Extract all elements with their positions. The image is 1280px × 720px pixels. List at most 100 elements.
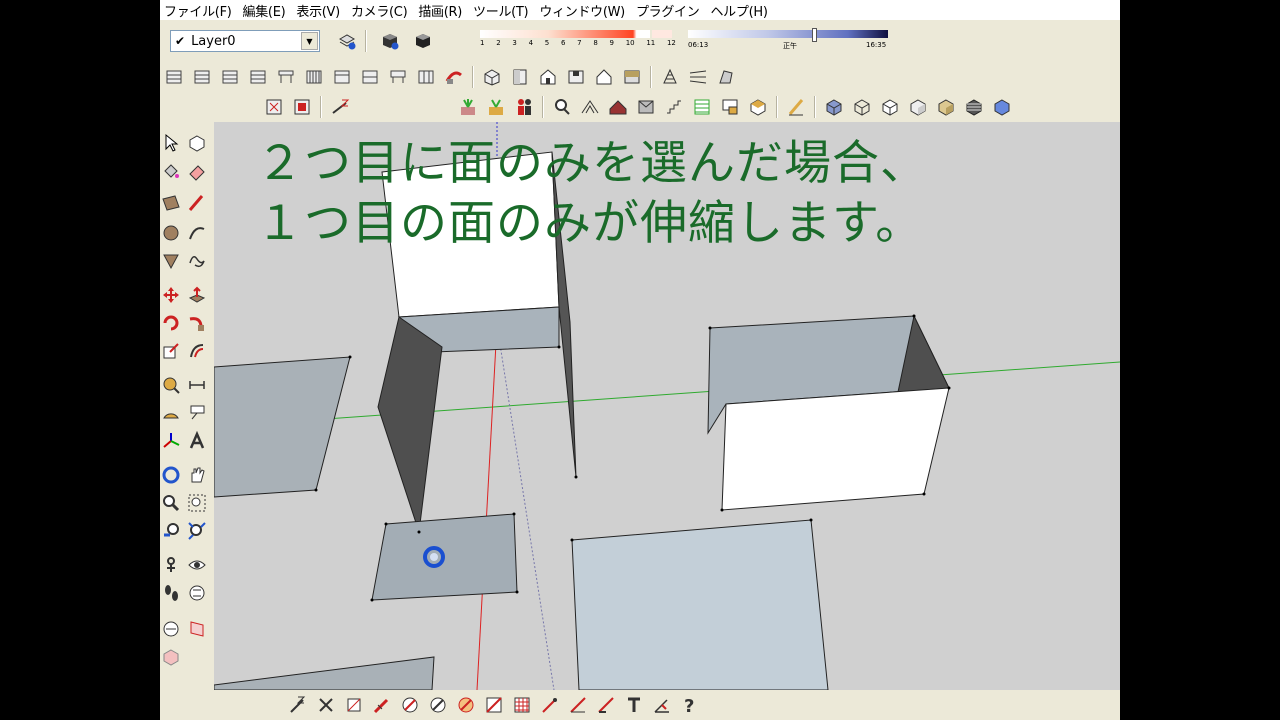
rect-slash-tool-icon[interactable] — [483, 694, 505, 716]
menu-draw[interactable]: 描画(R) — [418, 1, 462, 20]
position-camera-icon[interactable] — [160, 554, 182, 576]
style-icon-7[interactable] — [331, 66, 353, 88]
orbit-icon[interactable] — [160, 464, 182, 486]
section-cut-icon[interactable] — [785, 96, 807, 118]
xray-style-icon[interactable] — [823, 96, 845, 118]
zorro-icon[interactable] — [329, 96, 351, 118]
style-icon-2[interactable] — [191, 66, 213, 88]
circle-fill-tool-icon[interactable] — [455, 694, 477, 716]
polygon-icon[interactable] — [160, 250, 182, 272]
window-plugin-icon[interactable] — [635, 96, 657, 118]
style-icon-8[interactable] — [359, 66, 381, 88]
menu-window[interactable]: ウィンドウ(W) — [539, 1, 625, 20]
shaded-style-icon[interactable] — [907, 96, 929, 118]
previous-view-icon[interactable] — [160, 520, 182, 542]
grid-tool-icon[interactable] — [511, 694, 533, 716]
plugin-icon-2[interactable] — [291, 96, 313, 118]
people-plugin-icon[interactable] — [513, 96, 535, 118]
menu-view[interactable]: 表示(V) — [296, 1, 340, 20]
plugin-icon-1[interactable] — [263, 96, 285, 118]
protractor-icon[interactable] — [160, 402, 182, 424]
menu-file[interactable]: ファイル(F) — [164, 1, 232, 20]
hidden-line-style-icon[interactable] — [879, 96, 901, 118]
style-icon-5[interactable] — [275, 66, 297, 88]
stairs-plugin-icon[interactable] — [663, 96, 685, 118]
display-shadows-icon[interactable] — [412, 30, 434, 52]
roof-plugin-icon-2[interactable] — [607, 96, 629, 118]
arc-icon[interactable] — [186, 222, 208, 244]
roof-plugin-icon[interactable] — [579, 96, 601, 118]
chevron-down-icon[interactable]: ▼ — [301, 32, 318, 50]
plants-plugin-icon[interactable] — [457, 96, 479, 118]
freehand-icon[interactable] — [186, 250, 208, 272]
zorro-tool-icon[interactable] — [287, 694, 309, 716]
dimension-icon[interactable] — [186, 374, 208, 396]
left-view-icon[interactable] — [621, 66, 643, 88]
menu-plugins[interactable]: プラグイン — [636, 1, 700, 20]
xray-toggle-icon[interactable] — [991, 96, 1013, 118]
pan-icon[interactable] — [186, 464, 208, 486]
section-cuts-icon[interactable] — [160, 646, 182, 668]
section-fill-icon[interactable] — [186, 618, 208, 640]
zoom-icon[interactable] — [160, 492, 182, 514]
tape-measure-icon[interactable] — [160, 374, 182, 396]
style-icon-1[interactable] — [163, 66, 185, 88]
menu-edit[interactable]: 編集(E) — [243, 1, 286, 20]
top-view-icon[interactable] — [509, 66, 531, 88]
style-icon-9[interactable] — [387, 66, 409, 88]
circle-icon[interactable] — [160, 222, 182, 244]
layer-dropdown[interactable]: ✔ Layer0 ▼ — [170, 30, 320, 52]
follow-me-icon[interactable] — [186, 312, 208, 334]
line-tool-icon[interactable] — [539, 694, 561, 716]
menu-camera[interactable]: カメラ(C) — [351, 1, 408, 20]
text-tool-icon[interactable] — [623, 694, 645, 716]
shadow-settings-icon[interactable] — [379, 30, 401, 52]
help-icon[interactable]: ? — [679, 694, 701, 716]
circle-slash-tool-icon[interactable] — [399, 694, 421, 716]
style-icon-4[interactable] — [247, 66, 269, 88]
match-photo-icon[interactable] — [715, 66, 737, 88]
menu-tools[interactable]: ツール(T) — [473, 1, 529, 20]
cross-tool-icon[interactable] — [315, 694, 337, 716]
square-tool-icon[interactable] — [343, 694, 365, 716]
push-pull-icon[interactable] — [186, 284, 208, 306]
wireframe-style-icon[interactable] — [851, 96, 873, 118]
section-display-icon[interactable] — [160, 618, 182, 640]
select-icon[interactable] — [160, 132, 182, 154]
time-slider[interactable] — [688, 30, 888, 38]
paint-bucket-icon[interactable] — [160, 160, 182, 182]
walk-icon[interactable] — [160, 582, 182, 604]
pencil-icon[interactable] — [186, 192, 208, 214]
scale-icon[interactable] — [160, 340, 182, 362]
rotate-icon[interactable] — [160, 312, 182, 334]
angle-tool-icon[interactable] — [651, 694, 673, 716]
right-view-icon[interactable] — [565, 66, 587, 88]
eraser-icon[interactable] — [186, 160, 208, 182]
plants-plugin-icon-2[interactable] — [485, 96, 507, 118]
component-icon[interactable] — [186, 132, 208, 154]
time-slider-thumb[interactable] — [812, 28, 817, 42]
style-icon-6[interactable] — [303, 66, 325, 88]
line-tool-icon-3[interactable] — [595, 694, 617, 716]
date-slider[interactable] — [480, 30, 650, 38]
move-icon[interactable] — [160, 284, 182, 306]
layer-manager-icon[interactable] — [336, 30, 358, 52]
section-plane-icon[interactable] — [186, 582, 208, 604]
solid-plugin-icon[interactable] — [747, 96, 769, 118]
model-viewport[interactable]: ２つ目に面のみを選んだ場合、 １つ目の面のみが伸縮します。 — [214, 122, 1120, 690]
circle-slash-tool-icon-2[interactable] — [427, 694, 449, 716]
monochrome-style-icon[interactable] — [963, 96, 985, 118]
style-icon-3[interactable] — [219, 66, 241, 88]
offset-icon[interactable] — [186, 340, 208, 362]
perspective-icon[interactable] — [659, 66, 681, 88]
iso-view-icon[interactable] — [481, 66, 503, 88]
zoom-extents-icon[interactable] — [186, 520, 208, 542]
table-plugin-icon[interactable] — [691, 96, 713, 118]
shaded-textures-style-icon[interactable] — [935, 96, 957, 118]
style-icon-10[interactable] — [415, 66, 437, 88]
two-point-perspective-icon[interactable] — [687, 66, 709, 88]
axes-icon[interactable] — [160, 430, 182, 452]
look-around-icon[interactable] — [186, 554, 208, 576]
follow-me-arrow-icon[interactable] — [443, 66, 465, 88]
menu-help[interactable]: ヘルプ(H) — [710, 1, 767, 20]
